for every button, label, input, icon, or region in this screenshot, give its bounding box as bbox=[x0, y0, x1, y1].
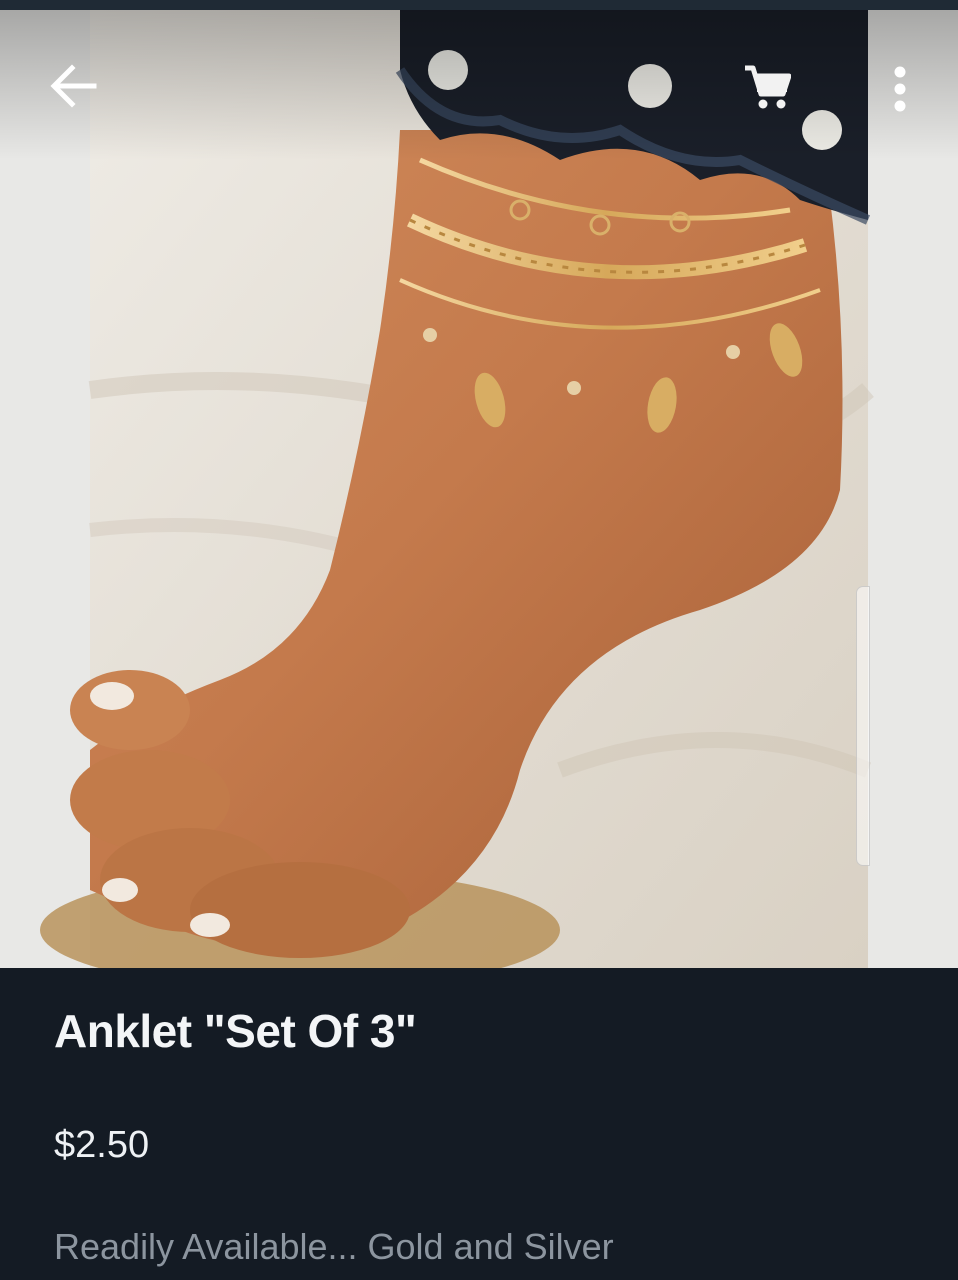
back-button[interactable] bbox=[40, 56, 108, 116]
scroll-handle[interactable] bbox=[856, 586, 870, 866]
product-price: $2.50 bbox=[54, 1124, 150, 1166]
more-options-button[interactable] bbox=[878, 56, 922, 122]
shopping-cart-icon bbox=[745, 65, 791, 109]
more-vertical-icon bbox=[894, 66, 906, 112]
status-bar-strip bbox=[0, 0, 958, 10]
arrow-left-icon bbox=[50, 64, 97, 108]
cart-button[interactable] bbox=[730, 56, 804, 118]
toolbar-shade bbox=[0, 10, 958, 160]
product-info: Anklet "Set Of 3" $2.50 Readily Availabl… bbox=[0, 968, 958, 1280]
product-description: Readily Available... Gold and Silver bbox=[54, 1226, 614, 1267]
product-title: Anklet "Set Of 3" bbox=[54, 1005, 417, 1057]
